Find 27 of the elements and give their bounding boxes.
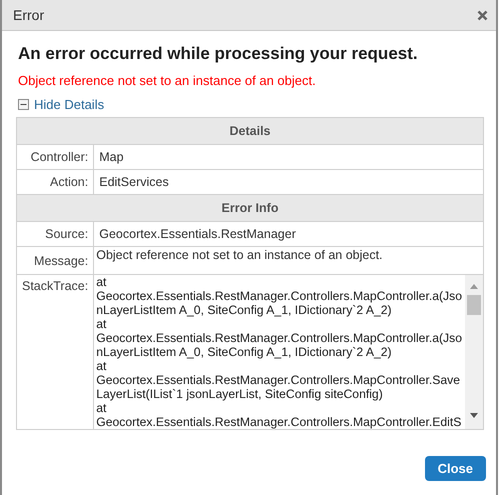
stack-trace-line: at <box>96 401 108 415</box>
stack-trace-line: at <box>96 317 108 331</box>
section-header: Details <box>16 118 484 144</box>
stack-trace-line: at <box>96 359 108 373</box>
error-heading: An error occurred while processing your request. <box>18 44 419 64</box>
details-toggle[interactable]: Hide Details <box>18 97 104 112</box>
stack-trace-line: Geocortex.Essentials.RestManager.Controllers.MapController.Save <box>96 373 461 387</box>
close-icon[interactable] <box>477 10 488 20</box>
close-button[interactable]: Close <box>424 456 486 481</box>
field-label: StackTrace: <box>16 274 94 430</box>
field-value: Object reference not set to an instance of an object. <box>94 246 484 274</box>
field-label: Controller: <box>16 144 94 170</box>
field-value: Map <box>94 144 484 170</box>
stack-trace-line: nLayerListItem A_0, SiteConfig A_1, IDictionary`2 A_2) <box>96 345 393 359</box>
field-label: Message: <box>16 246 94 274</box>
field-value: Geocortex.Essentials.RestManager <box>94 222 484 246</box>
stack-trace-line: Geocortex.Essentials.RestManager.Controllers.MapController.EditS <box>96 415 462 429</box>
stack-trace-line: nLayerListItem A_0, SiteConfig A_1, IDictionary`2 A_2) <box>96 303 393 317</box>
section-header: Error Info <box>16 194 484 222</box>
stack-trace-line: Geocortex.Essentials.RestManager.Controllers.MapController.a(Jso <box>96 289 464 303</box>
error-message: Object reference not set to an instance of an object. <box>18 73 317 88</box>
stack-trace-line: Geocortex.Essentials.RestManager.Controllers.MapController.a(Jso <box>96 331 464 345</box>
field-label: Source: <box>16 222 94 246</box>
window-title: Error <box>13 7 44 23</box>
stack-trace-line: LayerList(IList`1 jsonLayerList, SiteConfig siteConfig) <box>96 387 384 401</box>
scrollbar-drawing[interactable] <box>465 275 483 429</box>
stack-trace-line: at <box>96 275 108 289</box>
